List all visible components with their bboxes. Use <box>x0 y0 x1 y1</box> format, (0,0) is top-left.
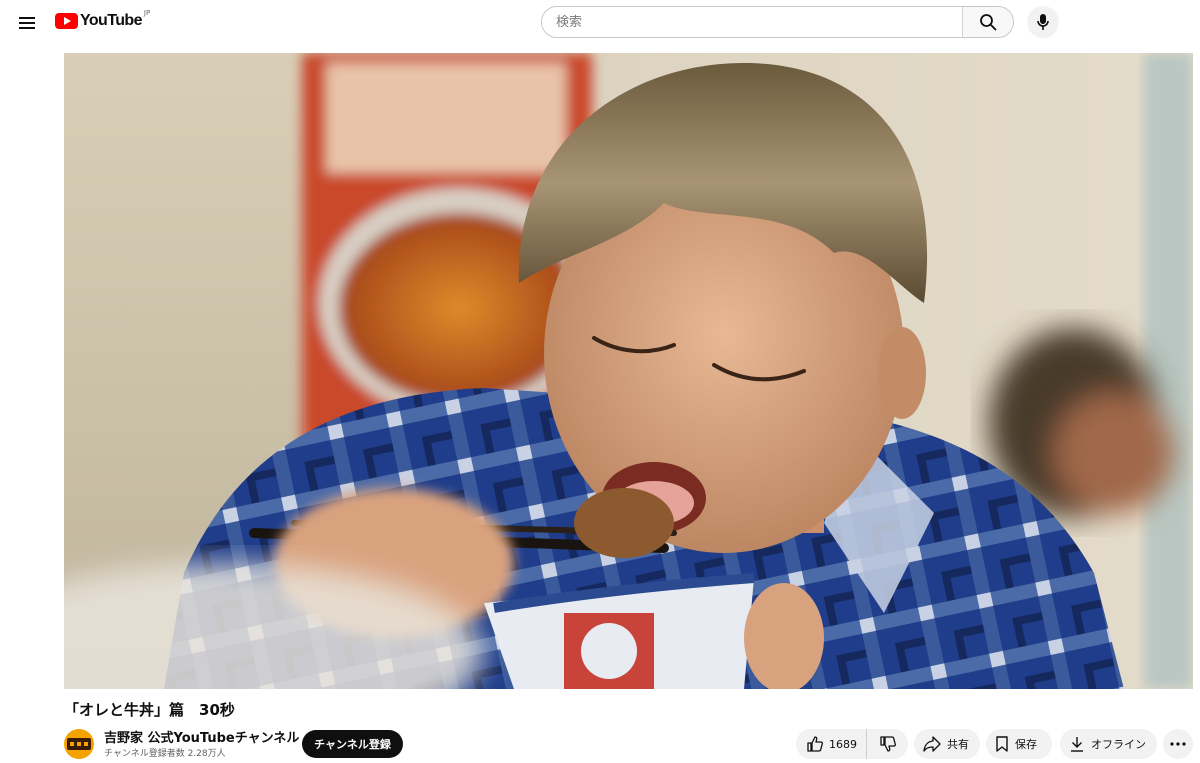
video-title: 「オレと牛丼」篇 30秒 <box>64 701 235 719</box>
more-actions-button[interactable] <box>1163 729 1193 759</box>
logo-region: JP <box>143 9 151 17</box>
search-icon <box>979 13 997 31</box>
share-arrow-icon <box>923 736 941 752</box>
thumbs-down-icon <box>879 736 896 752</box>
hamburger-menu-icon <box>19 16 35 30</box>
menu-button[interactable] <box>12 10 42 36</box>
yoshinoya-logo <box>67 738 91 750</box>
search-bar <box>541 6 1014 38</box>
like-button[interactable]: 1689 <box>796 729 867 759</box>
youtube-logo[interactable]: YouTube JP <box>55 9 151 30</box>
bookmark-icon <box>995 736 1009 752</box>
search-input[interactable] <box>542 7 962 37</box>
offline-button[interactable]: オフライン <box>1060 729 1157 759</box>
share-label: 共有 <box>947 738 969 751</box>
thumbs-up-icon <box>807 736 823 752</box>
logo-wordmark: YouTube <box>80 12 142 29</box>
channel-avatar[interactable] <box>64 729 94 759</box>
dislike-button[interactable] <box>867 729 908 759</box>
search-button[interactable] <box>962 7 1013 37</box>
like-count: 1689 <box>829 737 857 751</box>
voice-search-button[interactable] <box>1027 6 1059 38</box>
download-icon <box>1069 736 1085 752</box>
video-frame <box>64 53 1193 689</box>
save-label: 保存 <box>1015 738 1037 751</box>
channel-name[interactable]: 吉野家 公式YouTubeチャンネル <box>104 727 299 746</box>
microphone-icon <box>1036 13 1050 31</box>
more-horizontal-icon <box>1170 742 1186 746</box>
share-button[interactable]: 共有 <box>914 729 980 759</box>
subscribe-button[interactable]: チャンネル登録 <box>302 730 403 758</box>
subscriber-count: チャンネル登録者数 2.28万人 <box>104 749 226 759</box>
save-button[interactable]: 保存 <box>986 729 1052 759</box>
video-player[interactable] <box>64 53 1193 689</box>
like-dislike-group: 1689 <box>796 729 908 759</box>
offline-label: オフライン <box>1091 738 1146 751</box>
youtube-play-icon <box>55 13 78 29</box>
